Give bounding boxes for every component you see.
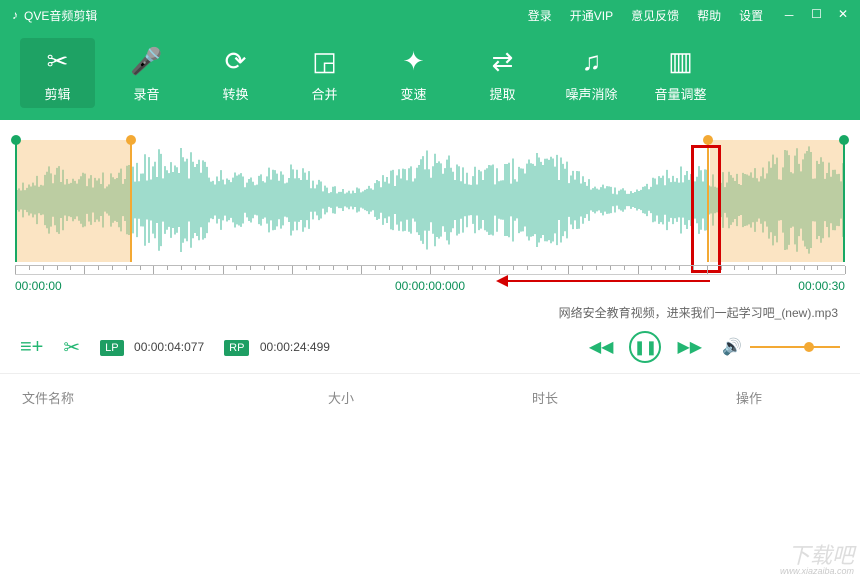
tool-speed-label: 变速 (400, 84, 426, 103)
close-icon[interactable]: ✕ (838, 7, 848, 24)
selection-right (710, 140, 845, 262)
volume-thumb[interactable] (804, 342, 814, 352)
cut-icon[interactable]: ✂ (63, 335, 80, 360)
speed-icon: ✦ (403, 44, 425, 80)
volume-icon: ▥ (668, 44, 693, 80)
volume-slider[interactable] (750, 346, 840, 348)
mic-icon: 🎤 (130, 44, 162, 80)
lp-time: 00:00:04:077 (134, 340, 204, 354)
menu-settings[interactable]: 设置 (739, 7, 763, 24)
player-controls: ◀◀ ❚❚ ▶▶ (589, 331, 702, 363)
tool-volume[interactable]: ▥ 音量调整 (643, 38, 718, 108)
tool-record[interactable]: 🎤 录音 (109, 38, 184, 108)
tool-merge[interactable]: ◲ 合并 (287, 38, 362, 108)
waveform-area: 00:00:00 00:00:00:000 00:00:30 (0, 120, 860, 298)
app-logo-icon: ♪ (12, 8, 18, 22)
col-action: 操作 (736, 388, 838, 407)
col-name: 文件名称 (22, 388, 328, 407)
annotation-arrow (500, 280, 710, 282)
lp-badge[interactable]: LP (100, 340, 123, 356)
tool-extract-label: 提取 (489, 84, 515, 103)
tool-extract[interactable]: ⇄ 提取 (465, 38, 540, 108)
menu-login[interactable]: 登录 (528, 7, 552, 24)
time-end: 00:00:30 (798, 279, 845, 293)
tool-record-label: 录音 (133, 84, 159, 103)
convert-icon: ⟳ (225, 44, 247, 80)
controls-bar: ≡+ ✂ LP 00:00:04:077 RP 00:00:24:499 ◀◀ … (0, 321, 860, 373)
rp-group: RP 00:00:24:499 (224, 338, 330, 356)
app-title: QVE音频剪辑 (24, 7, 528, 24)
watermark: 下载吧 www.xiazaiba.com (780, 545, 854, 576)
col-size: 大小 (328, 388, 532, 407)
tool-merge-label: 合并 (311, 84, 337, 103)
denoise-icon: ♫ (582, 44, 602, 80)
rp-badge[interactable]: RP (224, 340, 249, 356)
time-center: 00:00:00:000 (395, 279, 465, 293)
volume-control: 🔊 (722, 337, 840, 357)
next-icon[interactable]: ▶▶ (677, 337, 702, 357)
prev-icon[interactable]: ◀◀ (589, 337, 614, 357)
menu-vip[interactable]: 开通VIP (570, 7, 613, 24)
rp-time: 00:00:24:499 (260, 340, 330, 354)
lp-group: LP 00:00:04:077 (100, 338, 204, 356)
col-duration: 时长 (532, 388, 736, 407)
selection-left (15, 140, 130, 262)
tool-cut[interactable]: ✂ 剪辑 (20, 38, 95, 108)
tool-speed[interactable]: ✦ 变速 (376, 38, 451, 108)
speaker-icon[interactable]: 🔊 (722, 337, 742, 357)
tool-denoise-label: 噪声消除 (565, 84, 617, 103)
tool-convert-label: 转换 (222, 84, 248, 103)
main-toolbar: ✂ 剪辑 🎤 录音 ⟳ 转换 ◲ 合并 ✦ 变速 ⇄ 提取 ♫ 噪声消除 ▥ 音… (0, 30, 860, 120)
time-labels: 00:00:00 00:00:00:000 00:00:30 (15, 279, 845, 293)
menu-feedback[interactable]: 意见反馈 (631, 7, 679, 24)
window-controls: － ☐ ✕ (783, 7, 848, 24)
add-list-icon[interactable]: ≡+ (20, 336, 43, 359)
lp-line (130, 140, 132, 262)
menu-help[interactable]: 帮助 (697, 7, 721, 24)
tool-convert[interactable]: ⟳ 转换 (198, 38, 273, 108)
watermark-url: www.xiazaiba.com (780, 567, 854, 576)
time-ruler (15, 265, 845, 275)
extract-icon: ⇄ (492, 44, 514, 80)
titlebar: ♪ QVE音频剪辑 登录 开通VIP 意见反馈 帮助 设置 － ☐ ✕ (0, 0, 860, 30)
maximize-icon[interactable]: ☐ (811, 7, 822, 24)
range-start-line (15, 140, 17, 262)
current-filename: 网络安全教育视频，进来我们一起学习吧_(new).mp3 (0, 298, 860, 321)
play-pause-button[interactable]: ❚❚ (629, 331, 661, 363)
file-table-header: 文件名称 大小 时长 操作 (0, 373, 860, 421)
waveform-canvas[interactable] (15, 135, 845, 275)
scissors-icon: ✂ (47, 44, 69, 80)
range-end-line (843, 140, 845, 262)
tool-denoise[interactable]: ♫ 噪声消除 (554, 38, 629, 108)
top-menu: 登录 开通VIP 意见反馈 帮助 设置 (528, 7, 763, 24)
annotation-red-box (691, 145, 721, 273)
watermark-text: 下载吧 (788, 543, 854, 568)
merge-icon: ◲ (312, 44, 337, 80)
time-start: 00:00:00 (15, 279, 62, 293)
tool-volume-label: 音量调整 (654, 84, 706, 103)
tool-cut-label: 剪辑 (44, 84, 70, 103)
minimize-icon[interactable]: － (783, 7, 795, 24)
